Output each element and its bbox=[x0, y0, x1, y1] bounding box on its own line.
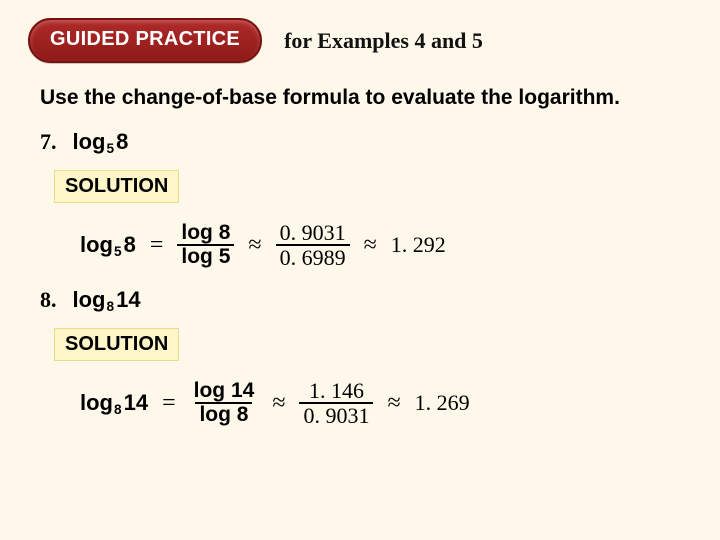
log-base: 5 bbox=[106, 141, 117, 156]
header-row: GUIDED PRACTICE for Examples 4 and 5 bbox=[0, 0, 720, 63]
log-word: log bbox=[80, 232, 113, 257]
approx-sign: ≈ bbox=[246, 232, 263, 259]
fraction-numerator: 0. 9031 bbox=[276, 221, 350, 244]
log-expression: log814 bbox=[80, 390, 148, 417]
log-arg: 14 bbox=[116, 287, 140, 312]
fraction-denominator: log 8 bbox=[195, 402, 252, 426]
log-arg: 8 bbox=[116, 129, 128, 154]
log-base: 8 bbox=[113, 402, 124, 417]
guided-practice-pill: GUIDED PRACTICE bbox=[28, 18, 262, 63]
problem-7-work: log58 = log 8 log 5 ≈ 0. 9031 0. 6989 ≈ … bbox=[0, 203, 720, 269]
log-arg: 14 bbox=[231, 379, 254, 402]
log-arg: 8 bbox=[237, 403, 249, 426]
log-arg: 14 bbox=[124, 390, 148, 415]
log-base: 8 bbox=[106, 299, 117, 314]
fraction-numerator: log 14 bbox=[190, 380, 259, 402]
log-word: log bbox=[73, 287, 106, 312]
equals-sign: = bbox=[160, 390, 178, 417]
slide: GUIDED PRACTICE for Examples 4 and 5 Use… bbox=[0, 0, 720, 540]
problem-8-row: 8. log814 bbox=[0, 269, 720, 314]
log-expression: log814 bbox=[73, 287, 141, 314]
fraction-denominator: log 5 bbox=[177, 244, 234, 268]
problem-number: 8. bbox=[40, 287, 57, 313]
equals-sign: = bbox=[148, 232, 166, 259]
fraction-numerator: 1. 146 bbox=[305, 379, 368, 402]
log-expression: log58 bbox=[80, 232, 136, 259]
log-base: 5 bbox=[113, 244, 124, 259]
instruction-text: Use the change-of-base formula to evalua… bbox=[0, 63, 720, 111]
numeric-fraction: 1. 146 0. 9031 bbox=[299, 379, 373, 427]
numeric-fraction: 0. 9031 0. 6989 bbox=[276, 221, 350, 269]
solution-tag: SOLUTION bbox=[54, 170, 179, 203]
log-word: log bbox=[199, 403, 231, 426]
log-fraction: log 8 log 5 bbox=[177, 222, 234, 268]
log-word: log bbox=[181, 221, 213, 244]
problem-number: 7. bbox=[40, 129, 57, 155]
log-word: log bbox=[194, 379, 226, 402]
log-arg: 8 bbox=[219, 221, 231, 244]
fraction-numerator: log 8 bbox=[177, 222, 234, 244]
log-arg: 5 bbox=[219, 245, 231, 268]
log-word: log bbox=[181, 245, 213, 268]
approx-sign: ≈ bbox=[385, 390, 402, 417]
problem-7-row: 7. log58 bbox=[0, 111, 720, 156]
approx-sign: ≈ bbox=[270, 390, 287, 417]
fraction-denominator: 0. 6989 bbox=[276, 244, 350, 269]
log-expression: log58 bbox=[73, 129, 129, 156]
fraction-denominator: 0. 9031 bbox=[299, 402, 373, 427]
log-word: log bbox=[73, 129, 106, 154]
log-fraction: log 14 log 8 bbox=[190, 380, 259, 426]
log-arg: 8 bbox=[124, 232, 136, 257]
problem-8-work: log814 = log 14 log 8 ≈ 1. 146 0. 9031 ≈… bbox=[0, 361, 720, 427]
log-word: log bbox=[80, 390, 113, 415]
result-value: 1. 292 bbox=[391, 232, 446, 258]
result-value: 1. 269 bbox=[415, 390, 470, 416]
examples-subtitle: for Examples 4 and 5 bbox=[284, 28, 483, 54]
approx-sign: ≈ bbox=[362, 232, 379, 259]
solution-tag: SOLUTION bbox=[54, 328, 179, 361]
